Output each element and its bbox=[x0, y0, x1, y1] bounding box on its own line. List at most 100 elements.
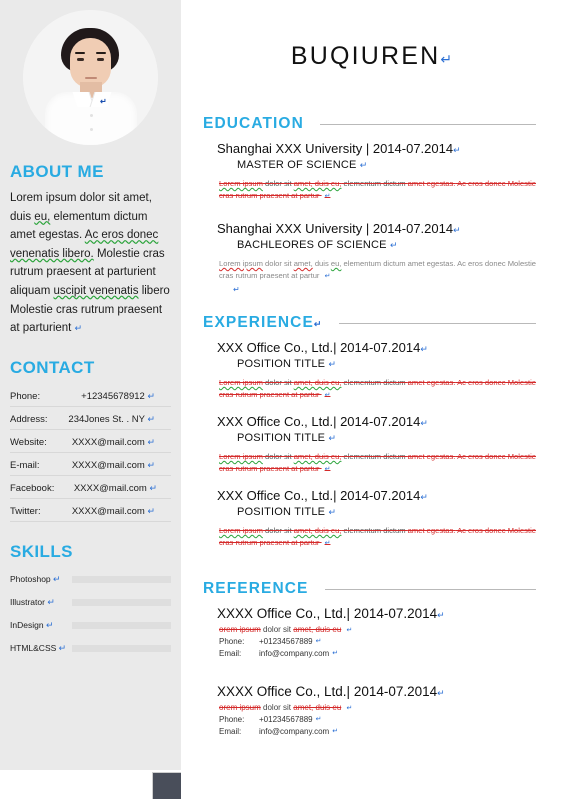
paragraph-mark-icon: ↵ bbox=[440, 51, 453, 67]
entry-title-text: XXX Office Co., Ltd.| 2014-07.2014 bbox=[217, 414, 421, 429]
paragraph-mark-icon: ↵ bbox=[74, 323, 83, 334]
reference-entry: XXXX Office Co., Ltd.| 2014-07.2014↵ ore… bbox=[203, 684, 540, 736]
body-run: elementum dictum bbox=[341, 378, 408, 387]
reference-phone-label: Phone: bbox=[219, 637, 245, 646]
skill-label: InDesign ↵ bbox=[10, 620, 68, 631]
contact-row-twitter: Twitter: XXXX@mail.com ↵ bbox=[10, 503, 171, 522]
photo-eyebrow-left bbox=[75, 52, 85, 54]
photo-eyebrow-right bbox=[96, 52, 106, 54]
paragraph-mark-icon: ↵ bbox=[453, 145, 461, 155]
paragraph-mark-icon: ↵ bbox=[45, 619, 54, 630]
reference-lorem: orem ipsum dolor sit amet, duis eu ↵ bbox=[219, 625, 540, 634]
entry-body: Lorem ipsum dolor sit amet, duis eu, ele… bbox=[219, 258, 540, 283]
body-run: elementum dictum bbox=[341, 179, 408, 188]
reference-title: XXXX Office Co., Ltd.| 2014-07.2014↵ bbox=[217, 606, 540, 621]
entry-subtitle-text: MASTER OF SCIENCE bbox=[237, 159, 357, 171]
entry-title-text: XXX Office Co., Ltd.| 2014-07.2014 bbox=[217, 488, 421, 503]
lorem-run: amet, duis eu bbox=[293, 703, 342, 712]
skill-label-text: Photoshop bbox=[10, 573, 51, 584]
photo-eye-left bbox=[77, 58, 84, 61]
lorem-run: dolor sit bbox=[260, 703, 294, 712]
skill-label-text: Illustrator bbox=[10, 596, 45, 607]
about-misspelled-3: uscipit venenatis bbox=[53, 284, 139, 297]
entry-title: Shanghai XXX University | 2014-07.2014↵ bbox=[217, 221, 540, 236]
paragraph-mark-icon: ↵ bbox=[324, 273, 331, 280]
entry-body: Lorem ipsum dolor sit amet, duis eu, ele… bbox=[219, 178, 540, 203]
paragraph-mark-icon: ↵ bbox=[332, 728, 339, 735]
experience-heading-text: EXPERIENCE bbox=[203, 314, 314, 331]
entry-subtitle: POSITION TITLE ↵ bbox=[237, 358, 540, 370]
paragraph-mark-icon: ↵ bbox=[233, 285, 240, 294]
about-misspelled-1: eu, bbox=[34, 210, 51, 223]
paragraph-mark-icon: ↵ bbox=[324, 466, 331, 473]
body-run: eu, bbox=[330, 259, 342, 268]
body-run: amet, duis eu, bbox=[293, 378, 342, 387]
lorem-run: amet, duis eu bbox=[293, 625, 342, 634]
reference-email-value: info@company.com bbox=[259, 649, 330, 658]
body-run: amet, duis eu, bbox=[293, 179, 342, 188]
contact-row-phone: Phone: +12345678912 ↵ bbox=[10, 388, 171, 407]
entry-body: Lorem ipsum dolor sit amet, duis eu, ele… bbox=[219, 525, 540, 550]
photo-mouth bbox=[85, 77, 97, 79]
paragraph-mark-icon: ↵ bbox=[420, 418, 428, 428]
entry-title: XXX Office Co., Ltd.| 2014-07.2014↵ bbox=[217, 340, 540, 355]
reference-email-value: info@company.com bbox=[259, 727, 330, 736]
section-header: EXPERIENCE↵ bbox=[203, 314, 540, 332]
entry-title: XXX Office Co., Ltd.| 2014-07.2014↵ bbox=[217, 414, 540, 429]
body-run: dolor sit bbox=[262, 259, 294, 268]
paragraph-mark-icon: ↵ bbox=[437, 688, 445, 698]
photo-eye-right bbox=[97, 58, 104, 61]
entry-subtitle: POSITION TITLE ↵ bbox=[237, 432, 540, 444]
contact-value: XXXX@mail.com ↵ bbox=[74, 483, 171, 494]
paragraph-mark-icon: ↵ bbox=[420, 344, 428, 354]
skill-row-illustrator: Illustrator ↵ bbox=[10, 597, 171, 608]
skill-label-text: InDesign bbox=[10, 619, 44, 630]
entry-title-text: XXX Office Co., Ltd.| 2014-07.2014 bbox=[217, 340, 421, 355]
body-run: amet, duis eu, bbox=[293, 452, 342, 461]
reference-heading: REFERENCE bbox=[203, 580, 309, 597]
contact-value-text: +12345678912 bbox=[81, 390, 145, 402]
contact-label: E-mail: bbox=[10, 459, 40, 471]
paragraph-mark-icon: ↵ bbox=[58, 642, 67, 653]
paragraph-mark-icon: ↵ bbox=[324, 540, 331, 547]
avatar: ↵ bbox=[23, 10, 158, 145]
body-run: elementum dictum bbox=[341, 452, 408, 461]
body-run: amet egestas. bbox=[407, 452, 456, 461]
reference-title-text: XXXX Office Co., Ltd.| 2014-07.2014 bbox=[217, 606, 438, 621]
skill-label: HTML&CSS ↵ bbox=[10, 643, 68, 654]
entry-title: Shanghai XXX University | 2014-07.2014↵ bbox=[217, 141, 540, 156]
page-title-text: BUQIUREN bbox=[290, 42, 441, 70]
experience-heading: EXPERIENCE↵ bbox=[203, 314, 323, 332]
body-run: Lorem ipsum bbox=[219, 179, 263, 188]
body-run: Lorem ipsum bbox=[219, 526, 263, 535]
skill-label: Photoshop ↵ bbox=[10, 574, 68, 585]
reference-phone-value: +01234567889 bbox=[259, 637, 313, 646]
reference-entry: XXXX Office Co., Ltd.| 2014-07.2014↵ ore… bbox=[203, 606, 540, 658]
paragraph-mark-icon: ↵ bbox=[346, 705, 353, 712]
contact-value-text: XXXX@mail.com bbox=[71, 436, 145, 448]
contact-label: Facebook: bbox=[10, 482, 55, 494]
experience-entry: XXX Office Co., Ltd.| 2014-07.2014↵ POSI… bbox=[203, 340, 540, 402]
entry-title-text: Shanghai XXX University | 2014-07.2014 bbox=[217, 141, 454, 156]
body-run: dolor sit bbox=[262, 179, 294, 188]
contact-value: XXXX@mail.com ↵ bbox=[72, 437, 171, 448]
contact-row-address: Address: 234Jones St. . NY ↵ bbox=[10, 411, 171, 430]
paragraph-mark-icon: ↵ bbox=[332, 650, 339, 657]
contact-value-text: XXXX@mail.com bbox=[71, 459, 145, 471]
contact-label: Website: bbox=[10, 436, 47, 448]
body-run: dolor sit bbox=[262, 452, 294, 461]
entry-subtitle: POSITION TITLE ↵ bbox=[237, 506, 540, 518]
paragraph-mark-icon: ↵ bbox=[147, 436, 155, 447]
paragraph-mark-icon: ↵ bbox=[359, 160, 368, 170]
skill-track bbox=[72, 621, 171, 629]
skill-label-text: HTML&CSS bbox=[10, 642, 57, 653]
reference-email-row: Email: info@company.com ↵ bbox=[219, 727, 540, 736]
about-me-heading: ABOUT ME bbox=[10, 162, 104, 181]
paragraph-mark-icon: ↵ bbox=[324, 392, 331, 399]
reference-phone-row: Phone: +01234567889 ↵ bbox=[219, 715, 540, 724]
paragraph-mark-icon: ↵ bbox=[324, 193, 331, 200]
skill-track bbox=[72, 644, 171, 652]
body-run: amet, bbox=[293, 259, 313, 268]
skill-row-photoshop: Photoshop ↵ bbox=[10, 574, 171, 585]
resume-document: ↵ ABOUT ME Lorem ipsum dolor sit amet, d… bbox=[0, 0, 562, 799]
